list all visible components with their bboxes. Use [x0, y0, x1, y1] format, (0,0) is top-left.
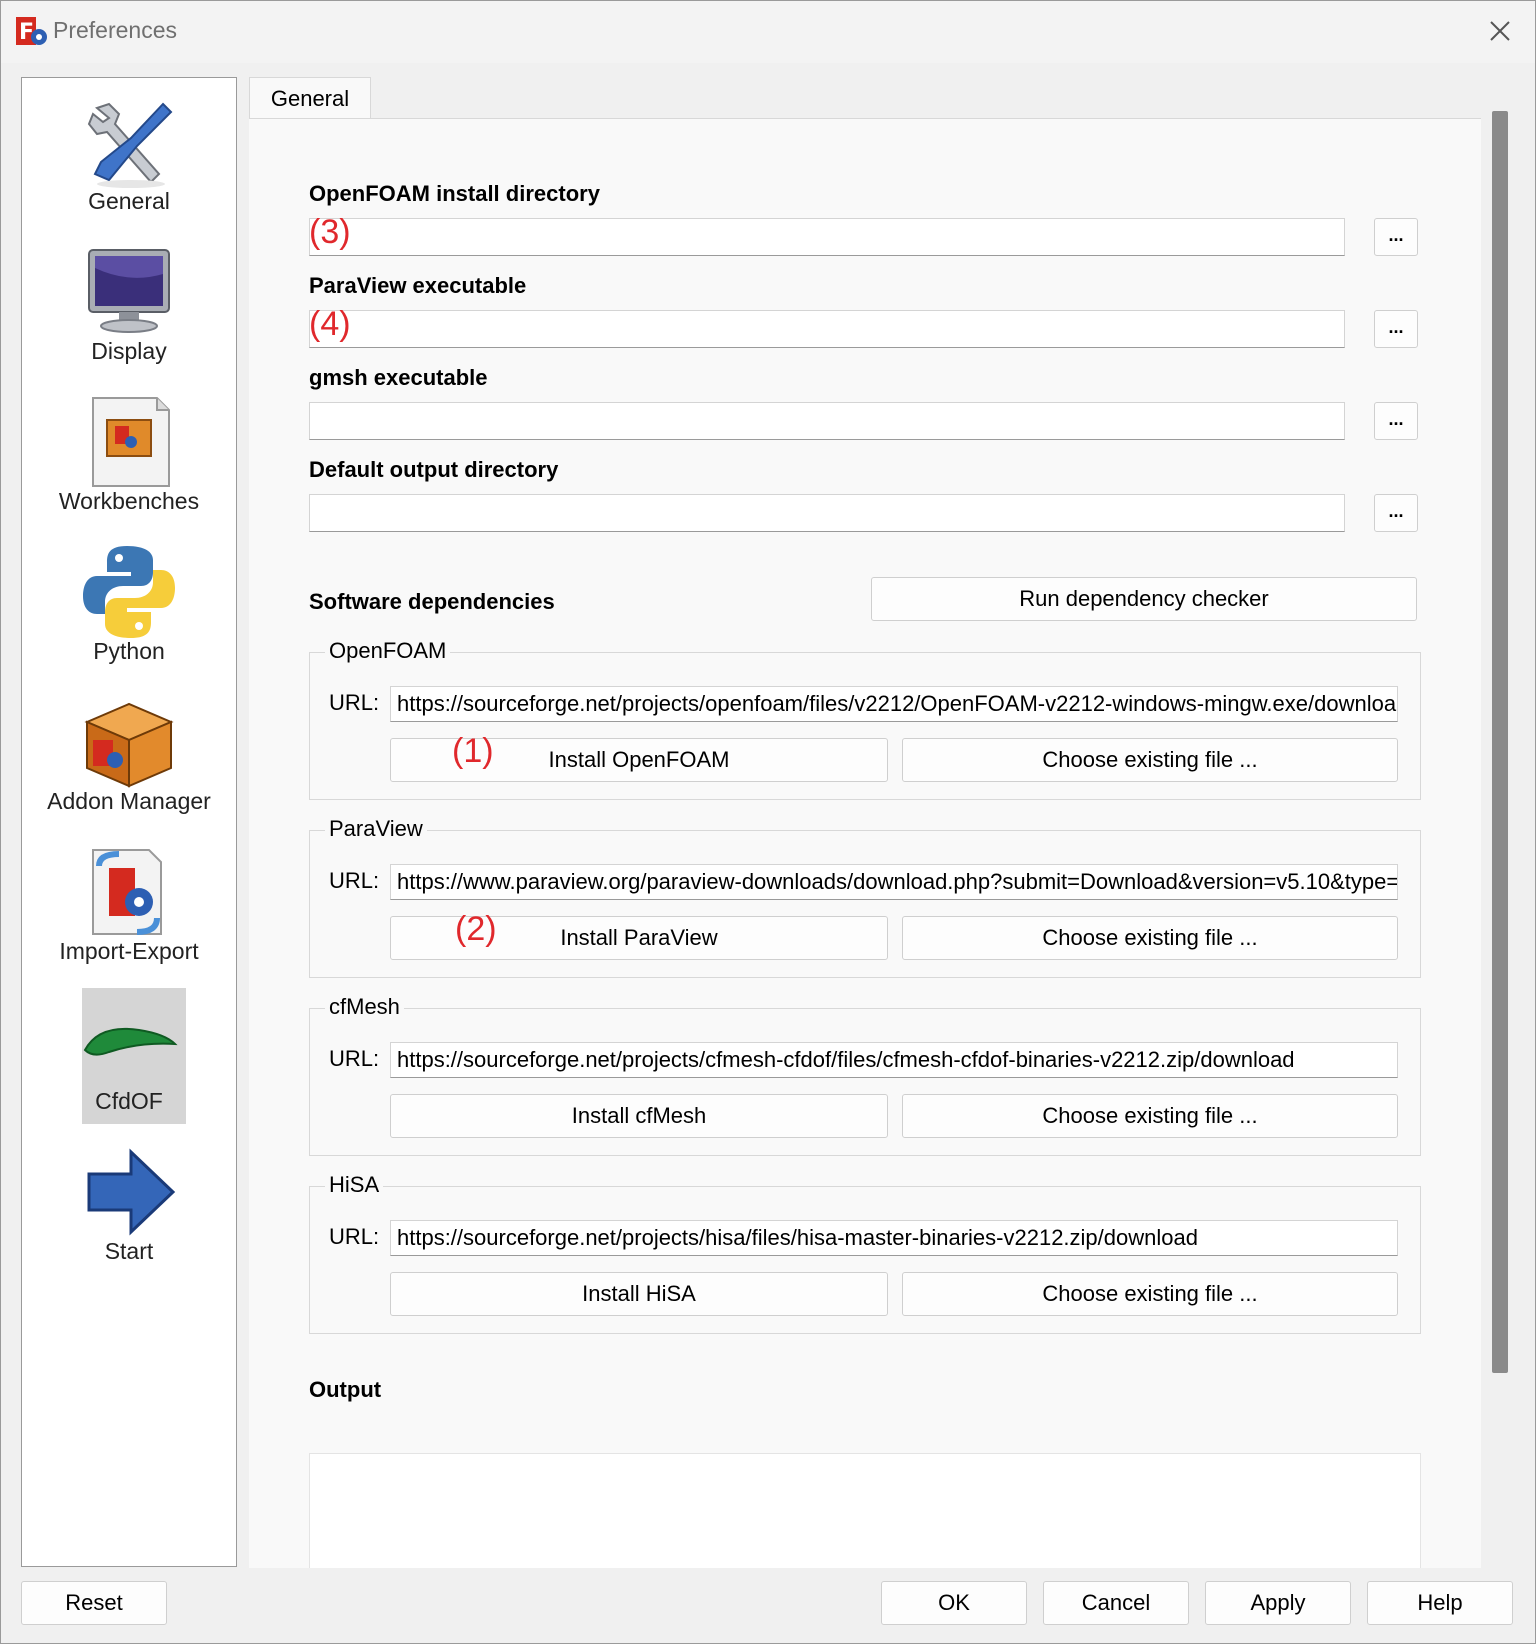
gmsh-exe-input[interactable]: [309, 402, 1345, 440]
reset-button[interactable]: Reset: [21, 1581, 167, 1625]
general-tab-panel: OpenFOAM install directory (3) ... ParaV…: [249, 118, 1481, 1568]
category-display[interactable]: Display: [22, 232, 236, 380]
paraview-url-input[interactable]: https://www.paraview.org/paraview-downlo…: [390, 864, 1398, 900]
wrench-screwdriver-icon: [87, 102, 173, 188]
run-dependency-checker-button[interactable]: Run dependency checker: [871, 577, 1417, 621]
paraview-exe-input[interactable]: [309, 310, 1345, 348]
category-label: Addon Manager: [47, 788, 211, 814]
title-bar: F Preferences: [1, 1, 1535, 63]
openfoam-dir-input[interactable]: [309, 218, 1345, 256]
url-label: URL:: [329, 1224, 380, 1249]
cfmesh-choose-file-button[interactable]: Choose existing file ...: [902, 1094, 1398, 1138]
category-label: Start: [104, 1238, 154, 1264]
paraview-exe-browse-button[interactable]: ...: [1374, 310, 1418, 348]
group-title: ParaView: [325, 816, 427, 842]
window-title: Preferences: [53, 17, 178, 43]
group-title: OpenFOAM: [325, 638, 451, 664]
openfoam-choose-file-button[interactable]: Choose existing file ...: [902, 738, 1398, 782]
category-label: Display: [91, 338, 167, 364]
category-cfdof[interactable]: CfdOF: [22, 982, 236, 1130]
paraview-exe-label: ParaView executable: [309, 273, 527, 298]
group-title: HiSA: [325, 1172, 384, 1198]
airfoil-icon: [83, 1027, 178, 1056]
url-label: URL:: [329, 1046, 380, 1071]
install-cfmesh-button[interactable]: Install cfMesh: [390, 1094, 888, 1138]
output-dir-browse-button[interactable]: ...: [1374, 494, 1418, 532]
close-icon: [1490, 21, 1510, 41]
cfmesh-group: cfMesh URL: https://sourceforge.net/proj…: [309, 994, 1421, 1156]
category-label: Workbenches: [58, 488, 200, 514]
gmsh-exe-browse-button[interactable]: ...: [1374, 402, 1418, 440]
output-textbox[interactable]: [309, 1453, 1421, 1568]
hisa-choose-file-button[interactable]: Choose existing file ...: [902, 1272, 1398, 1316]
category-import-export[interactable]: Import-Export: [22, 832, 236, 980]
url-label: URL:: [329, 868, 380, 893]
ok-button[interactable]: OK: [881, 1581, 1027, 1625]
paraview-group: ParaView URL: https://www.paraview.org/p…: [309, 816, 1421, 978]
url-label: URL:: [329, 690, 380, 715]
monitor-icon: [88, 249, 170, 333]
hisa-url-input[interactable]: https://sourceforge.net/projects/hisa/fi…: [390, 1220, 1398, 1256]
openfoam-url-input[interactable]: https://sourceforge.net/projects/openfoa…: [390, 686, 1398, 722]
paraview-choose-file-button[interactable]: Choose existing file ...: [902, 916, 1398, 960]
category-list[interactable]: General Display Workbenches Python Addon…: [21, 77, 237, 1567]
category-label: CfdOF: [95, 1088, 163, 1114]
category-addon-manager[interactable]: Addon Manager: [22, 682, 236, 830]
group-title: cfMesh: [325, 994, 404, 1020]
software-dependencies-label: Software dependencies: [309, 589, 555, 614]
preferences-window: F Preferences General Display Workbenche…: [0, 0, 1536, 1644]
annotation-1: (1): [452, 732, 494, 770]
help-button[interactable]: Help: [1367, 1581, 1513, 1625]
output-dir-label: Default output directory: [309, 457, 559, 482]
tab-general[interactable]: General: [249, 77, 371, 119]
annotation-2: (2): [455, 910, 497, 948]
category-label: General: [88, 188, 170, 214]
output-label: Output: [309, 1377, 382, 1402]
scrollbar-thumb[interactable]: [1492, 111, 1508, 1373]
category-label: Import-Export: [59, 938, 199, 964]
hisa-group: HiSA URL: https://sourceforge.net/projec…: [309, 1172, 1421, 1334]
svg-text:F: F: [19, 20, 34, 45]
category-python[interactable]: Python: [22, 532, 236, 680]
vertical-scrollbar[interactable]: [1485, 77, 1509, 1567]
category-workbenches[interactable]: Workbenches: [22, 382, 236, 530]
workbench-box-icon: [92, 397, 170, 487]
import-export-icon: [92, 849, 162, 935]
annotation-4: (4): [309, 305, 351, 343]
gmsh-exe-label: gmsh executable: [309, 365, 488, 390]
python-logo-icon: [83, 546, 175, 638]
freecad-app-icon: F: [16, 17, 47, 45]
openfoam-dir-label: OpenFOAM install directory: [309, 181, 600, 206]
output-dir-input[interactable]: [309, 494, 1345, 532]
cancel-button[interactable]: Cancel: [1043, 1581, 1189, 1625]
category-start[interactable]: Start: [22, 1132, 236, 1280]
openfoam-group: OpenFOAM URL: https://sourceforge.net/pr…: [309, 638, 1421, 800]
cfmesh-url-input[interactable]: https://sourceforge.net/projects/cfmesh-…: [390, 1042, 1398, 1078]
close-button[interactable]: [1465, 1, 1535, 61]
arrow-right-icon: [87, 1148, 176, 1236]
addon-box-icon: [84, 702, 174, 788]
annotation-3: (3): [309, 213, 351, 251]
openfoam-dir-browse-button[interactable]: ...: [1374, 218, 1418, 256]
install-hisa-button[interactable]: Install HiSA: [390, 1272, 888, 1316]
apply-button[interactable]: Apply: [1205, 1581, 1351, 1625]
category-general[interactable]: General: [22, 82, 236, 230]
category-label: Python: [93, 638, 165, 664]
